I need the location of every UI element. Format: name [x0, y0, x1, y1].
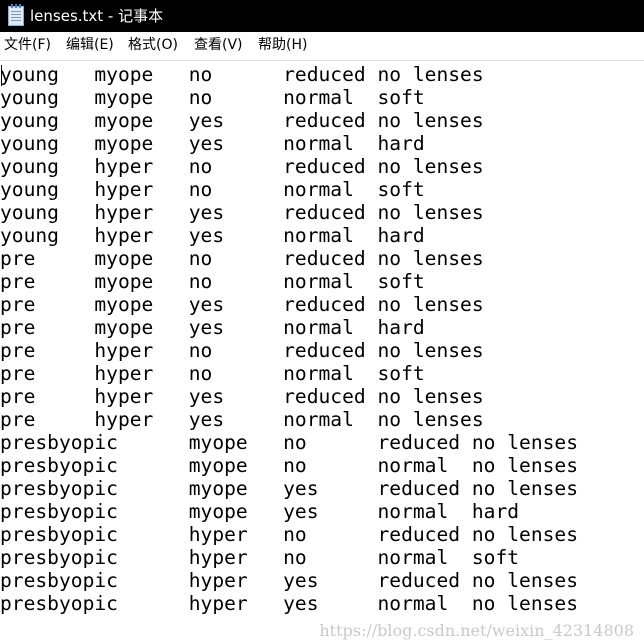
text-line: presbyopic myope no normal no lenses — [0, 454, 579, 477]
text-line: pre hyper no reduced no lenses — [0, 339, 484, 362]
menu-bar: 文件(F) 编辑(E) 格式(O) 查看(V) 帮助(H) — [0, 32, 644, 58]
text-line: presbyopic hyper no normal soft — [0, 546, 520, 569]
menu-help[interactable]: 帮助(H) — [258, 32, 307, 58]
text-line: pre myope yes normal hard — [0, 316, 425, 339]
menu-view[interactable]: 查看(V) — [194, 32, 243, 58]
text-line: young hyper yes normal hard — [0, 224, 425, 247]
text-line: presbyopic myope yes normal hard — [0, 500, 520, 523]
text-line: pre myope no normal soft — [0, 270, 425, 293]
text-line: pre hyper no normal soft — [0, 362, 425, 385]
watermark-text: https://blog.csdn.net/weixin_42314808 — [319, 621, 634, 640]
menu-format[interactable]: 格式(O) — [128, 32, 178, 58]
text-line: pre myope yes reduced no lenses — [0, 293, 484, 316]
text-line: young hyper no normal soft — [0, 178, 425, 201]
window-title: lenses.txt - 记事本 — [30, 7, 164, 25]
text-line: presbyopic myope no reduced no lenses — [0, 431, 579, 454]
text-line: presbyopic hyper no reduced no lenses — [0, 523, 579, 546]
text-line: pre myope no reduced no lenses — [0, 247, 484, 270]
text-line: young hyper yes reduced no lenses — [0, 201, 484, 224]
document-text[interactable]: young myope no reduced no lenses young my… — [0, 63, 578, 615]
title-bar[interactable]: lenses.txt - 记事本 — [0, 0, 644, 32]
text-line: young myope yes reduced no lenses — [0, 109, 484, 132]
notepad-icon — [8, 4, 24, 26]
text-line: young myope no reduced no lenses — [0, 63, 484, 86]
text-line: presbyopic myope yes reduced no lenses — [0, 477, 579, 500]
text-line: presbyopic hyper yes reduced no lenses — [0, 569, 579, 592]
text-line: young hyper no reduced no lenses — [0, 155, 484, 178]
menu-file[interactable]: 文件(F) — [4, 32, 51, 58]
text-line: pre hyper yes reduced no lenses — [0, 385, 484, 408]
text-line: presbyopic hyper yes normal no lenses — [0, 592, 579, 615]
text-line: young myope no normal soft — [0, 86, 425, 109]
menu-edit[interactable]: 编辑(E) — [66, 32, 114, 58]
text-line: young myope yes normal hard — [0, 132, 425, 155]
text-line: pre hyper yes normal no lenses — [0, 408, 484, 431]
text-editor[interactable]: young myope no reduced no lenses young my… — [0, 60, 644, 644]
